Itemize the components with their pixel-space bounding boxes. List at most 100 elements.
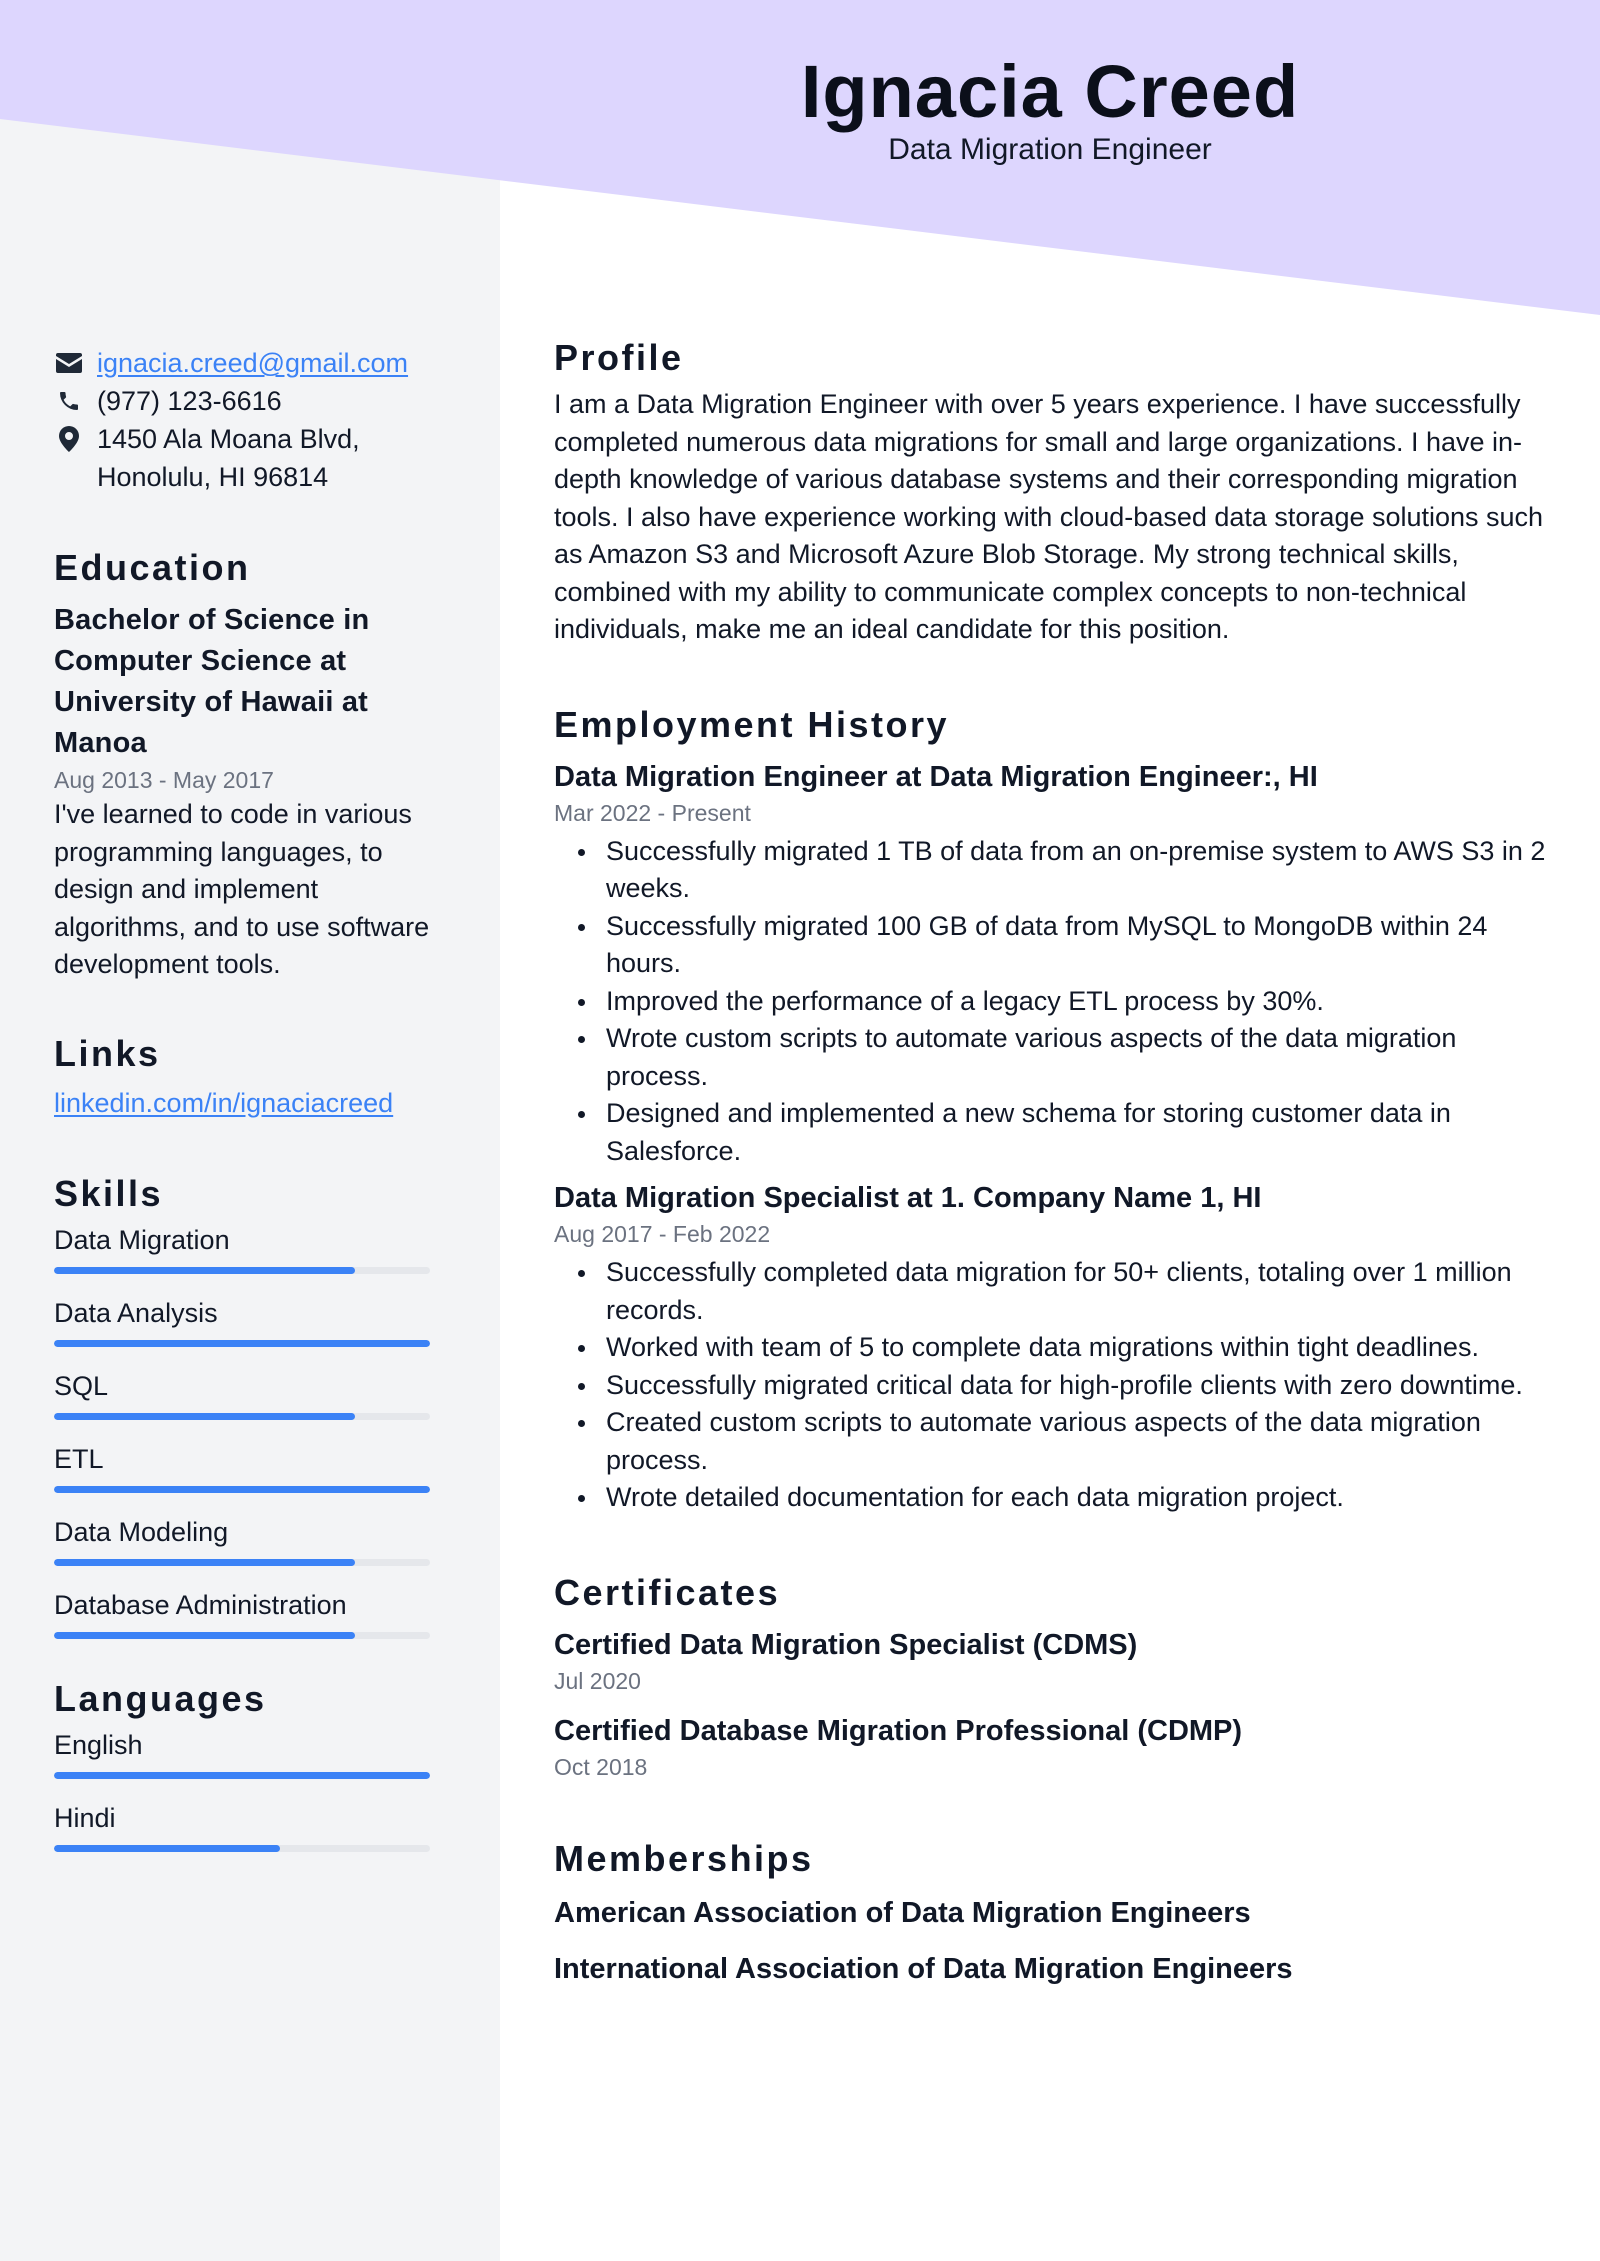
- achievement-item: Successfully migrated 100 GB of data fro…: [554, 908, 1554, 983]
- skill-level-fill: [54, 1558, 355, 1566]
- skill-label: SQL: [54, 1370, 109, 1401]
- education-description: I've learned to code in various programm…: [54, 799, 430, 979]
- address-line-1: 1450 Ala Moana Blvd,: [97, 424, 360, 454]
- contact-details: ignacia.creed@gmail.com (977) 123-6616 1…: [54, 344, 454, 496]
- achievement-item: Designed and implemented a new schema fo…: [554, 1095, 1554, 1170]
- skill-label: Data Analysis: [54, 1297, 218, 1328]
- skill-level-bar: [54, 1631, 430, 1639]
- membership-item: American Association of Data Migration E…: [554, 1896, 1251, 1929]
- phone-icon: [54, 382, 84, 420]
- skill-level-fill: [54, 1412, 355, 1420]
- skill-level-fill: [54, 1339, 430, 1347]
- skill-label: Database Administration: [54, 1589, 347, 1620]
- skill-item: Data Migration: [54, 1222, 454, 1274]
- certificate-name: Certified Data Migration Specialist (CDM…: [554, 1628, 1138, 1661]
- links-section: Links linkedin.com/in/ignaciacreed: [54, 1032, 454, 1122]
- skill-level-bar: [54, 1339, 430, 1347]
- achievement-item: Worked with team of 5 to complete data m…: [554, 1329, 1554, 1367]
- job-entry: Data Migration Specialist at 1. Company …: [554, 1178, 1554, 1517]
- job-dates: Mar 2022 - Present: [554, 799, 751, 826]
- achievement-item: Created custom scripts to automate vario…: [554, 1404, 1554, 1479]
- skills-heading: Skills: [54, 1172, 164, 1214]
- skill-level-bar: [54, 1558, 430, 1566]
- skill-item: Data Modeling: [54, 1514, 454, 1566]
- profile-text: I am a Data Migration Engineer with over…: [554, 389, 1544, 644]
- skills-section: Skills Data Migration Data Analysis SQL ETL…: [54, 1172, 454, 1639]
- certificate-date: Jul 2020: [554, 1667, 641, 1694]
- education-dates: Aug 2013 - May 2017: [54, 767, 274, 793]
- skill-item: Database Administration: [54, 1587, 454, 1639]
- employment-section: Employment History Data Migration Engine…: [554, 701, 1554, 1517]
- certificates-heading: Certificates: [554, 1571, 781, 1613]
- language-level-bar: [54, 1771, 430, 1779]
- achievement-item: Wrote custom scripts to automate various…: [554, 1020, 1554, 1095]
- skill-label: Data Modeling: [54, 1516, 229, 1547]
- language-level-fill: [54, 1771, 430, 1779]
- job-achievements: Successfully migrated 1 TB of data from …: [554, 833, 1554, 1171]
- languages-heading: Languages: [54, 1677, 267, 1719]
- candidate-name: Ignacia Creed: [800, 50, 1300, 133]
- skill-level-bar: [54, 1266, 430, 1274]
- achievement-item: Successfully migrated critical data for …: [554, 1367, 1554, 1405]
- languages-list: English Hindi: [54, 1727, 454, 1852]
- languages-section: Languages English Hindi: [54, 1677, 454, 1852]
- job-achievements: Successfully completed data migration fo…: [554, 1254, 1554, 1517]
- jobs-list: Data Migration Engineer at Data Migratio…: [554, 757, 1554, 1517]
- certificate-item: Certified Database Migration Professiona…: [554, 1711, 1554, 1783]
- skill-level-fill: [54, 1631, 355, 1639]
- achievement-item: Improved the performance of a legacy ETL…: [554, 983, 1554, 1021]
- contact-email: ignacia.creed@gmail.com: [54, 344, 454, 382]
- contact-phone: (977) 123-6616: [54, 382, 454, 420]
- membership-item: International Association of Data Migrat…: [554, 1952, 1293, 1985]
- language-item: English: [54, 1727, 454, 1779]
- achievement-item: Successfully completed data migration fo…: [554, 1254, 1554, 1329]
- education-section: Education Bachelor of Science in Compute…: [54, 546, 454, 984]
- achievement-item: Successfully migrated 1 TB of data from …: [554, 833, 1554, 908]
- memberships-list: American Association of Data Migration E…: [554, 1893, 1554, 1989]
- profile-heading: Profile: [554, 337, 684, 378]
- skill-label: Data Migration: [54, 1224, 230, 1255]
- job-dates: Aug 2017 - Feb 2022: [554, 1221, 771, 1247]
- skill-label: ETL: [54, 1443, 104, 1474]
- language-level-fill: [54, 1844, 280, 1852]
- language-item: Hindi: [54, 1800, 454, 1852]
- sidebar: ignacia.creed@gmail.com (977) 123-6616 1…: [54, 344, 454, 1873]
- language-label: Hindi: [54, 1802, 116, 1833]
- employment-heading: Employment History: [554, 703, 950, 745]
- job-title: Data Migration Engineer at Data Migratio…: [554, 760, 1318, 793]
- contact-address: 1450 Ala Moana Blvd, Honolulu, HI 96814: [54, 420, 454, 496]
- skill-item: SQL: [54, 1368, 454, 1420]
- language-label: English: [54, 1729, 143, 1760]
- linkedin-link[interactable]: linkedin.com/in/ignaciacreed: [54, 1084, 393, 1122]
- memberships-heading: Memberships: [554, 1837, 814, 1879]
- map-pin-icon: [54, 420, 84, 458]
- certificates-list: Certified Data Migration Specialist (CDM…: [554, 1625, 1554, 1783]
- skill-item: ETL: [54, 1441, 454, 1493]
- resume-header: Ignacia Creed Data Migration Engineer: [500, 48, 1600, 168]
- skill-level-fill: [54, 1266, 355, 1274]
- certificate-item: Certified Data Migration Specialist (CDM…: [554, 1625, 1554, 1697]
- job-title: Data Migration Specialist at 1. Company …: [554, 1182, 1262, 1214]
- certificate-date: Oct 2018: [554, 1753, 648, 1780]
- profile-section: Profile I am a Data Migration Engineer w…: [554, 334, 1554, 649]
- certificates-section: Certificates Certified Data Migration Sp…: [554, 1569, 1554, 1783]
- phone-number: (977) 123-6616: [97, 386, 282, 416]
- skills-list: Data Migration Data Analysis SQL ETL Data Mo…: [54, 1222, 454, 1639]
- education-heading: Education: [54, 547, 251, 588]
- skill-item: Data Analysis: [54, 1295, 454, 1347]
- memberships-section: Memberships American Association of Data…: [554, 1835, 1554, 1989]
- skill-level-bar: [54, 1485, 430, 1493]
- email-link[interactable]: ignacia.creed@gmail.com: [97, 344, 408, 382]
- skill-level-bar: [54, 1412, 430, 1420]
- candidate-title: Data Migration Engineer: [888, 133, 1212, 166]
- address: 1450 Ala Moana Blvd, Honolulu, HI 96814: [97, 420, 360, 496]
- main-content: Profile I am a Data Migration Engineer w…: [554, 334, 1554, 1989]
- envelope-icon: [54, 344, 84, 382]
- certificate-name: Certified Database Migration Professiona…: [554, 1714, 1243, 1747]
- achievement-item: Wrote detailed documentation for each da…: [554, 1479, 1554, 1517]
- skill-level-fill: [54, 1485, 430, 1493]
- job-entry: Data Migration Engineer at Data Migratio…: [554, 757, 1554, 1171]
- education-degree: Bachelor of Science in Computer Science …: [54, 604, 370, 759]
- address-line-2: Honolulu, HI 96814: [97, 462, 329, 492]
- links-heading: Links: [54, 1032, 161, 1074]
